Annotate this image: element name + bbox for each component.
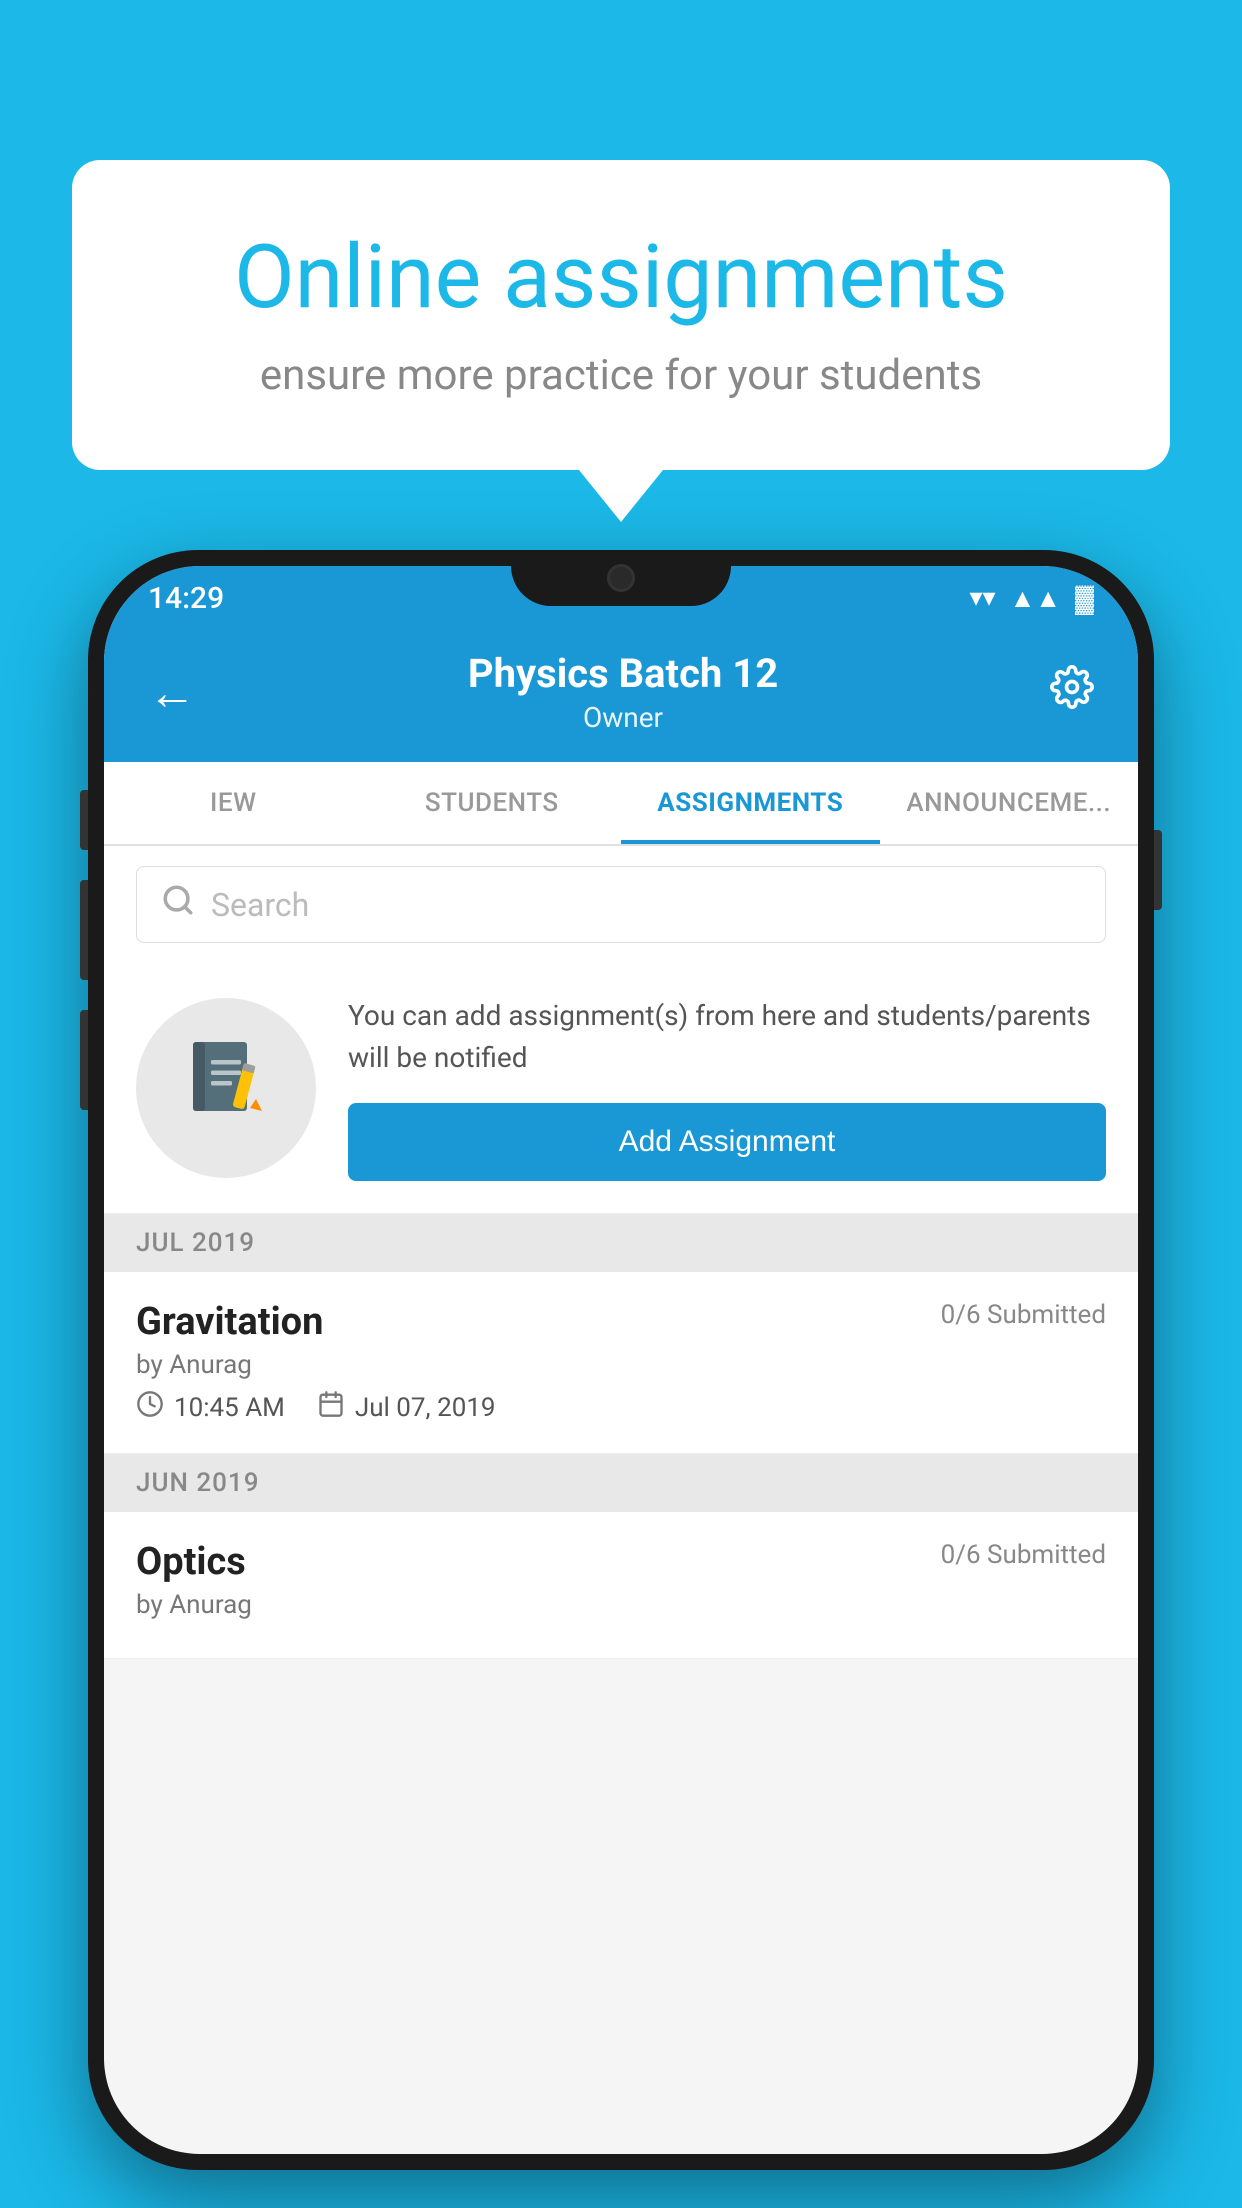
header-subtitle: Owner	[468, 701, 778, 734]
assignment-info: You can add assignment(s) from here and …	[348, 995, 1106, 1181]
power-button	[1154, 830, 1162, 910]
front-camera	[607, 564, 635, 592]
assignment-name: Gravitation	[136, 1300, 323, 1344]
speech-bubble: Online assignments ensure more practice …	[72, 160, 1170, 470]
optics-item-top: Optics 0/6 Submitted	[136, 1540, 1106, 1584]
add-assignment-button[interactable]: Add Assignment	[348, 1103, 1106, 1181]
search-input-wrapper[interactable]: Search	[136, 866, 1106, 943]
notebook-icon	[181, 1033, 271, 1143]
phone-notch	[511, 550, 731, 606]
tab-students[interactable]: STUDENTS	[363, 762, 622, 844]
clock-icon	[136, 1390, 164, 1425]
assignment-meta: 10:45 AM Jul 07, 2019	[136, 1390, 1106, 1425]
assignment-by: by Anurag	[136, 1350, 1106, 1380]
assignment-item-gravitation[interactable]: Gravitation 0/6 Submitted by Anurag 10:4…	[104, 1272, 1138, 1454]
section-header-jun-2019: JUN 2019	[104, 1454, 1138, 1512]
status-time: 14:29	[148, 581, 224, 616]
bubble-subtitle: ensure more practice for your students	[152, 351, 1090, 400]
bubble-title: Online assignments	[152, 230, 1090, 327]
tab-assignments[interactable]: ASSIGNMENTS	[621, 762, 880, 844]
settings-icon[interactable]	[1050, 665, 1094, 720]
status-icons: ▾▾ ▲▲ ▓	[969, 583, 1094, 614]
assignment-submitted: 0/6 Submitted	[941, 1300, 1106, 1330]
phone-wrapper: 14:29 ▾▾ ▲▲ ▓ ← Physics Batch 12 Owner	[88, 550, 1154, 2170]
volume-up-button	[80, 880, 88, 980]
assignment-icon-circle	[136, 998, 316, 1178]
assignment-time: 10:45 AM	[136, 1390, 285, 1425]
signal-icon: ▲▲	[1010, 583, 1061, 614]
assignment-item-optics[interactable]: Optics 0/6 Submitted by Anurag	[104, 1512, 1138, 1659]
add-assignment-section: You can add assignment(s) from here and …	[104, 963, 1138, 1214]
assignment-item-top: Gravitation 0/6 Submitted	[136, 1300, 1106, 1344]
search-icon	[161, 883, 195, 926]
assignment-date: Jul 07, 2019	[317, 1390, 496, 1425]
calendar-icon	[317, 1390, 345, 1425]
header-center: Physics Batch 12 Owner	[468, 650, 778, 734]
search-container: Search	[104, 846, 1138, 963]
volume-silent-button	[80, 790, 88, 850]
date-value: Jul 07, 2019	[355, 1393, 496, 1423]
header-title: Physics Batch 12	[468, 650, 778, 697]
optics-name: Optics	[136, 1540, 246, 1584]
phone-outer: 14:29 ▾▾ ▲▲ ▓ ← Physics Batch 12 Owner	[88, 550, 1154, 2170]
wifi-icon: ▾▾	[969, 583, 995, 613]
assignment-info-text: You can add assignment(s) from here and …	[348, 995, 1106, 1079]
battery-icon: ▓	[1075, 583, 1094, 614]
search-placeholder: Search	[211, 886, 309, 924]
section-header-jul-2019: JUL 2019	[104, 1214, 1138, 1272]
volume-down-button	[80, 1010, 88, 1110]
tabs-bar: IEW STUDENTS ASSIGNMENTS ANNOUNCEME...	[104, 762, 1138, 846]
back-button[interactable]: ←	[148, 664, 196, 721]
tab-announcements[interactable]: ANNOUNCEME...	[880, 762, 1139, 844]
tab-iew[interactable]: IEW	[104, 762, 363, 844]
optics-by: by Anurag	[136, 1590, 1106, 1620]
phone-screen: 14:29 ▾▾ ▲▲ ▓ ← Physics Batch 12 Owner	[104, 566, 1138, 2154]
optics-submitted: 0/6 Submitted	[941, 1540, 1106, 1570]
speech-bubble-container: Online assignments ensure more practice …	[72, 160, 1170, 470]
app-header: ← Physics Batch 12 Owner	[104, 630, 1138, 762]
time-value: 10:45 AM	[174, 1393, 285, 1423]
